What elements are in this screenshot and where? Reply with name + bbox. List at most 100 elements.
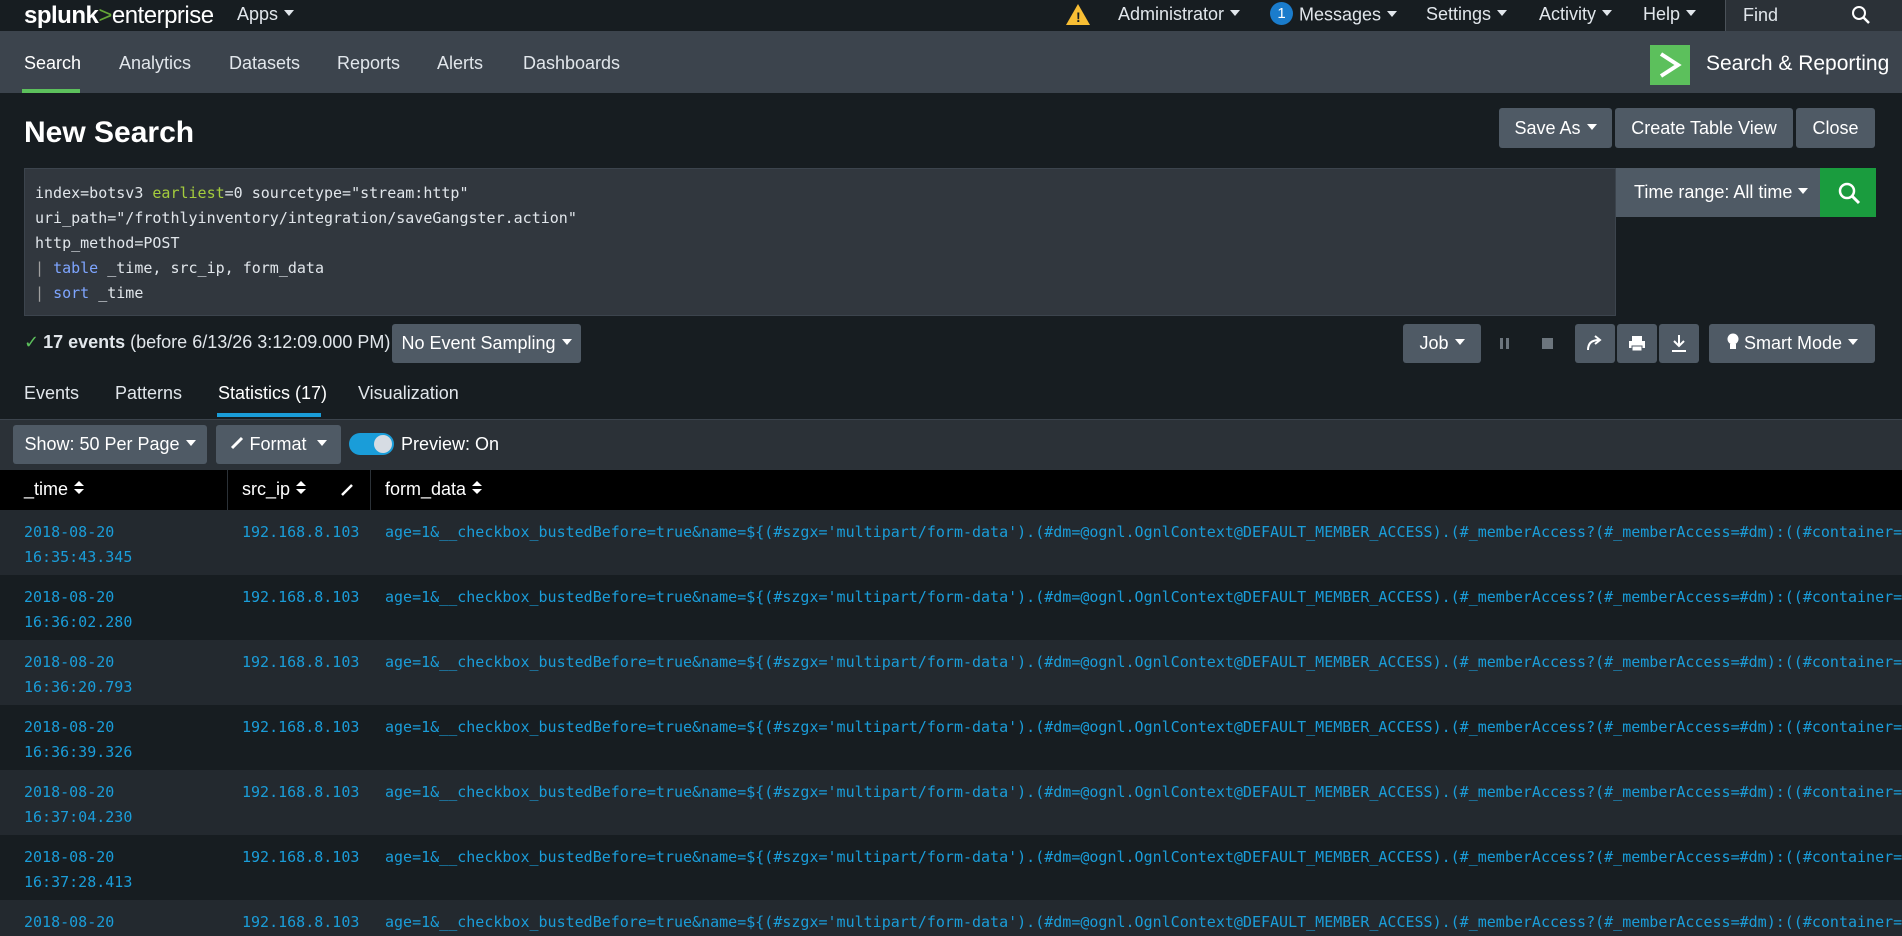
logo-product: enterprise [111,2,214,29]
tab-events[interactable]: Events [24,383,79,404]
help-label: Help [1643,4,1681,24]
preview-label: Preview: On [401,434,500,454]
time-cell[interactable]: 2018-08-20 16:37:04.230 [24,780,174,830]
per-page-dropdown[interactable]: Show: 50 Per Page [13,425,207,464]
sampling-label: No Event Sampling [401,333,556,353]
form-data-cell[interactable]: age=1&__checkbox_bustedBefore=true&name=… [385,780,1902,805]
share-button[interactable] [1575,324,1615,363]
src-ip-cell[interactable]: 192.168.8.103 [242,845,359,870]
lightbulb-icon [1727,333,1739,350]
form-data-cell[interactable]: age=1&__checkbox_bustedBefore=true&name=… [385,585,1902,610]
time-range-picker[interactable]: Time range: All time [1616,168,1820,217]
tab-search[interactable]: Search [24,53,81,74]
search-mode-label: Smart Mode [1743,333,1843,353]
table-row: 2018-08-20 16:36:20.793 192.168.8.103 age… [0,640,1902,705]
form-data-cell[interactable]: age=1&__checkbox_bustedBefore=true&name=… [385,715,1902,740]
apps-menu[interactable]: Apps [237,4,295,25]
create-table-view-button[interactable]: Create Table View [1615,108,1793,148]
app-logo-icon[interactable] [1650,45,1690,85]
check-icon: ✓ [24,332,40,352]
settings-label: Settings [1426,4,1492,24]
apps-label: Apps [237,4,279,24]
time-clock: 16:36:39.326 [24,743,133,761]
column-label: _time [24,479,69,499]
search-line: uri_path="/frothlyinventory/integration/… [35,206,1605,231]
tab-alerts[interactable]: Alerts [437,53,483,74]
search-mode-dropdown[interactable]: Smart Mode [1709,324,1875,363]
search-command: sort [53,284,90,302]
tab-reports[interactable]: Reports [337,53,400,74]
column-header-src-ip[interactable]: src_ip [242,479,307,500]
tab-datasets[interactable]: Datasets [229,53,300,74]
src-ip-cell[interactable]: 192.168.8.103 [242,715,359,740]
time-date: 2018-08-20 [24,523,115,541]
sort-icon[interactable] [296,481,307,495]
splunk-logo[interactable]: splunk>enterprise [24,2,214,30]
time-cell[interactable]: 2018-08-20 16:36:39.326 [24,715,174,765]
activity-label: Activity [1539,4,1597,24]
search-text: uri_path="/frothlyinventory/integration/… [35,209,577,227]
chevron-down-icon [561,339,572,346]
time-date: 2018-08-20 [24,653,115,671]
table-row: 2018-08-20 16:36:39.326 192.168.8.103 age… [0,705,1902,770]
export-button[interactable] [1659,324,1699,363]
time-cell[interactable]: 2018-08-20 16:37:28.413 [24,845,174,895]
table-row: 2018-08-20 16:37:28.413 192.168.8.103 age… [0,835,1902,900]
search-icon[interactable] [1851,5,1871,25]
tab-statistics[interactable]: Statistics (17) [218,383,327,404]
pencil-icon[interactable] [340,483,354,497]
sort-icon[interactable] [74,481,85,495]
export-icon [1672,335,1686,352]
find-input[interactable]: Find [1725,0,1902,31]
column-label: src_ip [242,479,291,499]
close-button[interactable]: Close [1796,108,1875,148]
src-ip-cell[interactable]: 192.168.8.103 [242,650,359,675]
pause-button[interactable] [1485,324,1525,363]
user-menu[interactable]: Administrator [1118,4,1241,25]
stop-button[interactable] [1527,324,1567,363]
src-ip-cell[interactable]: 192.168.8.103 [242,780,359,805]
help-menu[interactable]: Help [1643,4,1697,25]
format-dropdown[interactable]: Format [216,425,341,464]
messages-menu[interactable]: 1 Messages [1270,2,1398,27]
print-button[interactable] [1617,324,1657,363]
column-header-form-data[interactable]: form_data [385,479,483,500]
preview-toggle[interactable] [349,433,394,455]
tab-analytics[interactable]: Analytics [119,53,191,74]
user-label: Administrator [1118,4,1225,24]
form-data-cell[interactable]: age=1&__checkbox_bustedBefore=true&name=… [385,910,1902,935]
run-search-button[interactable] [1820,168,1876,217]
warning-icon[interactable]: ! [1066,4,1090,25]
src-ip-cell[interactable]: 192.168.8.103 [242,520,359,545]
time-range-label: Time range: All time [1634,182,1793,202]
share-icon [1587,335,1602,351]
form-data-cell[interactable]: age=1&__checkbox_bustedBefore=true&name=… [385,650,1902,675]
activity-menu[interactable]: Activity [1539,4,1613,25]
tab-dashboards[interactable]: Dashboards [523,53,620,74]
chevron-down-icon [1586,124,1597,131]
form-data-cell[interactable]: age=1&__checkbox_bustedBefore=true&name=… [385,520,1902,545]
search-editor[interactable]: index=botsv3 earliest=0 sourcetype="stre… [24,168,1616,316]
src-ip-cell[interactable]: 192.168.8.103 [242,585,359,610]
job-menu-button[interactable]: Job [1403,324,1481,363]
time-cell[interactable]: 2018-08-20 16:36:20.793 [24,650,174,700]
form-data-cell[interactable]: age=1&__checkbox_bustedBefore=true&name=… [385,845,1902,870]
save-as-label: Save As [1514,118,1581,138]
time-date: 2018-08-20 [24,913,115,931]
save-as-button[interactable]: Save As [1499,108,1612,148]
tab-patterns[interactable]: Patterns [115,383,182,404]
pause-icon [1500,338,1509,349]
search-text: _time, src_ip, form_data [98,259,324,277]
src-ip-cell[interactable]: 192.168.8.103 [242,910,359,935]
column-header-time[interactable]: _time [24,479,85,500]
per-page-label: Show: 50 Per Page [24,434,180,454]
time-cell[interactable]: 2018-08-20 16:35:43.345 [24,520,174,570]
sort-icon[interactable] [472,481,483,495]
event-sampling-dropdown[interactable]: No Event Sampling [392,324,581,363]
time-clock: 16:37:28.413 [24,873,133,891]
settings-menu[interactable]: Settings [1426,4,1508,25]
time-cell[interactable]: 2018-08-20 [24,910,174,935]
stop-icon [1542,338,1553,349]
time-cell[interactable]: 2018-08-20 16:36:02.280 [24,585,174,635]
tab-visualization[interactable]: Visualization [358,383,459,404]
